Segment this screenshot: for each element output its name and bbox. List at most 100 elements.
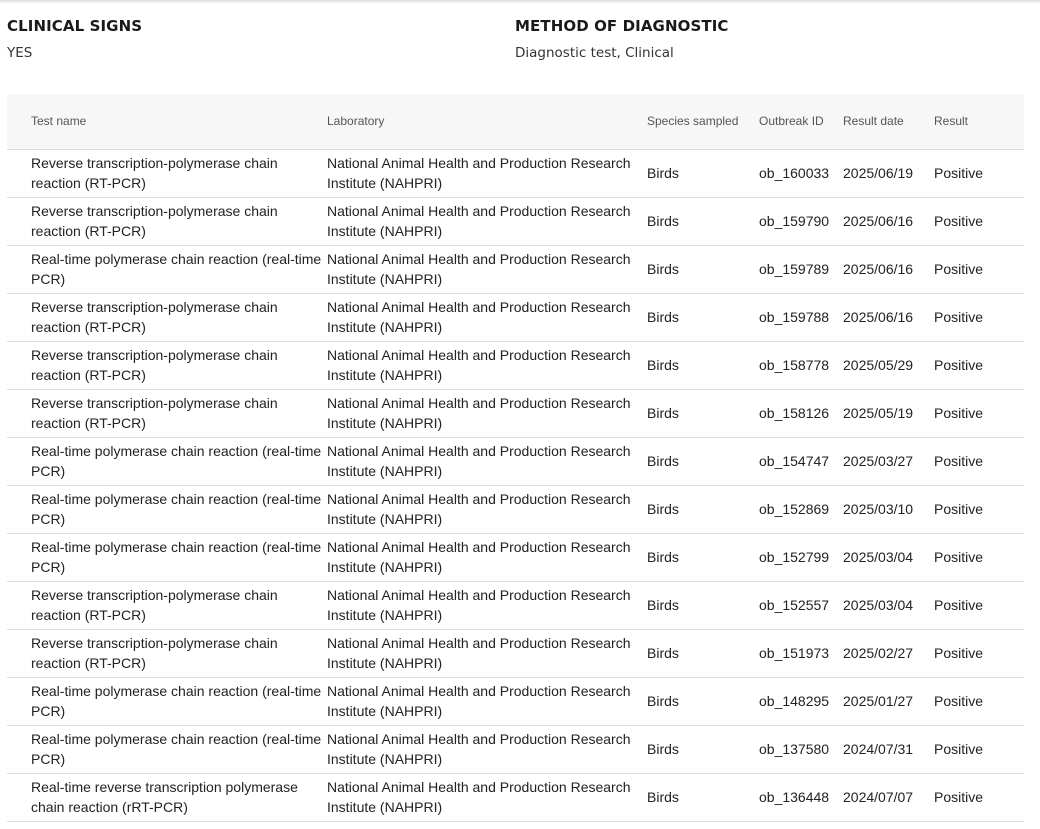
result-cell: Positive (934, 645, 984, 661)
result-cell: Positive (934, 165, 984, 181)
table-row: Reverse transcription-polymerase chain r… (7, 389, 1024, 437)
result-date-cell: 2025/01/27 (843, 693, 914, 709)
test-name-cell: Real-time polymerase chain reaction (rea… (31, 491, 322, 527)
result-date-cell: 2025/02/27 (843, 645, 914, 661)
outbreak-id-cell: ob_159790 (759, 213, 830, 229)
test-name-cell: Reverse transcription-polymerase chain r… (31, 203, 278, 239)
species-cell: Birds (647, 405, 679, 421)
laboratory-cell: National Animal Health and Production Re… (327, 587, 631, 623)
test-name-cell: Real-time polymerase chain reaction (rea… (31, 731, 322, 767)
method-of-diagnostic-title: METHOD OF DIAGNOSTIC (515, 17, 729, 35)
laboratory-cell: National Animal Health and Production Re… (327, 683, 631, 719)
laboratory-cell: National Animal Health and Production Re… (327, 155, 631, 191)
table-body: Reverse transcription-polymerase chain r… (7, 149, 1024, 821)
outbreak-id-cell: ob_152869 (759, 501, 830, 517)
outbreak-id-cell: ob_136448 (759, 789, 830, 805)
table-row: Reverse transcription-polymerase chain r… (7, 293, 1024, 341)
column-header-test-name[interactable]: Test name (7, 94, 327, 150)
table-row: Reverse transcription-polymerase chain r… (7, 341, 1024, 389)
result-date-cell: 2025/03/04 (843, 549, 914, 565)
result-date-cell: 2025/03/04 (843, 597, 914, 613)
table-row: Real-time polymerase chain reaction (rea… (7, 725, 1024, 773)
result-cell: Positive (934, 453, 984, 469)
outbreak-id-cell: ob_137580 (759, 741, 830, 757)
species-cell: Birds (647, 261, 679, 277)
table-row: Real-time polymerase chain reaction (rea… (7, 437, 1024, 485)
clinical-signs-title: CLINICAL SIGNS (7, 17, 143, 35)
test-name-cell: Real-time polymerase chain reaction (rea… (31, 251, 322, 287)
result-cell: Positive (934, 357, 984, 373)
species-cell: Birds (647, 213, 679, 229)
outbreak-id-cell: ob_159789 (759, 261, 830, 277)
species-cell: Birds (647, 693, 679, 709)
result-cell: Positive (934, 501, 984, 517)
outbreak-id-cell: ob_152799 (759, 549, 830, 565)
result-cell: Positive (934, 309, 984, 325)
outbreak-id-cell: ob_154747 (759, 453, 830, 469)
test-name-cell: Real-time polymerase chain reaction (rea… (31, 683, 322, 719)
laboratory-cell: National Animal Health and Production Re… (327, 635, 631, 671)
outbreak-id-cell: ob_159788 (759, 309, 830, 325)
table-row: Real-time polymerase chain reaction (rea… (7, 485, 1024, 533)
result-date-cell: 2024/07/31 (843, 741, 914, 757)
column-header-result[interactable]: Result (934, 94, 1024, 150)
result-cell: Positive (934, 213, 984, 229)
laboratory-cell: National Animal Health and Production Re… (327, 779, 631, 815)
result-cell: Positive (934, 261, 984, 277)
outbreak-id-cell: ob_158778 (759, 357, 830, 373)
column-header-result-date[interactable]: Result date (843, 94, 934, 150)
species-cell: Birds (647, 357, 679, 373)
species-cell: Birds (647, 165, 679, 181)
species-cell: Birds (647, 309, 679, 325)
column-header-outbreak-id[interactable]: Outbreak ID (759, 94, 843, 150)
outbreak-id-cell: ob_151973 (759, 645, 830, 661)
result-date-cell: 2025/06/19 (843, 165, 914, 181)
test-name-cell: Reverse transcription-polymerase chain r… (31, 395, 278, 431)
table-row: Reverse transcription-polymerase chain r… (7, 629, 1024, 677)
clinical-signs-value: YES (7, 45, 33, 61)
test-name-cell: Reverse transcription-polymerase chain r… (31, 587, 278, 623)
outbreak-id-cell: ob_148295 (759, 693, 830, 709)
column-header-species-sampled[interactable]: Species sampled (647, 94, 759, 150)
species-cell: Birds (647, 597, 679, 613)
table-row: Real-time polymerase chain reaction (rea… (7, 677, 1024, 725)
table-row: Real-time reverse transcription polymera… (7, 773, 1024, 821)
column-header-laboratory[interactable]: Laboratory (327, 94, 647, 150)
result-date-cell: 2025/06/16 (843, 261, 914, 277)
summary-section: CLINICAL SIGNS YES METHOD OF DIAGNOSTIC … (0, 0, 1040, 80)
laboratory-cell: National Animal Health and Production Re… (327, 731, 631, 767)
laboratory-cell: National Animal Health and Production Re… (327, 491, 631, 527)
test-name-cell: Reverse transcription-polymerase chain r… (31, 299, 278, 335)
table-row: Reverse transcription-polymerase chain r… (7, 197, 1024, 245)
laboratory-cell: National Animal Health and Production Re… (327, 251, 631, 287)
result-date-cell: 2025/05/29 (843, 357, 914, 373)
laboratory-cell: National Animal Health and Production Re… (327, 539, 631, 575)
test-name-cell: Real-time polymerase chain reaction (rea… (31, 443, 322, 479)
test-name-cell: Real-time polymerase chain reaction (rea… (31, 539, 322, 575)
result-date-cell: 2025/05/19 (843, 405, 914, 421)
species-cell: Birds (647, 501, 679, 517)
table-row: Real-time polymerase chain reaction (rea… (7, 245, 1024, 293)
outbreak-id-cell: ob_160033 (759, 165, 830, 181)
laboratory-cell: National Animal Health and Production Re… (327, 347, 631, 383)
table-row: Real-time polymerase chain reaction (rea… (7, 533, 1024, 581)
clinical-signs-block: CLINICAL SIGNS YES (7, 16, 142, 62)
result-cell: Positive (934, 597, 984, 613)
laboratory-cell: National Animal Health and Production Re… (327, 395, 631, 431)
species-cell: Birds (647, 741, 679, 757)
laboratory-cell: National Animal Health and Production Re… (327, 203, 631, 239)
outbreak-id-cell: ob_158126 (759, 405, 830, 421)
test-name-cell: Real-time reverse transcription polymera… (31, 779, 298, 815)
result-cell: Positive (934, 549, 984, 565)
result-date-cell: 2024/07/07 (843, 789, 914, 805)
result-date-cell: 2025/03/10 (843, 501, 914, 517)
result-date-cell: 2025/03/27 (843, 453, 914, 469)
method-of-diagnostic-block: METHOD OF DIAGNOSTIC Diagnostic test, Cl… (515, 16, 729, 62)
species-cell: Birds (647, 645, 679, 661)
laboratory-cell: National Animal Health and Production Re… (327, 299, 631, 335)
test-name-cell: Reverse transcription-polymerase chain r… (31, 155, 278, 191)
table-row: Reverse transcription-polymerase chain r… (7, 581, 1024, 629)
result-cell: Positive (934, 693, 984, 709)
test-results-table: Test name Laboratory Species sampled Out… (7, 94, 1024, 822)
laboratory-cell: National Animal Health and Production Re… (327, 443, 631, 479)
